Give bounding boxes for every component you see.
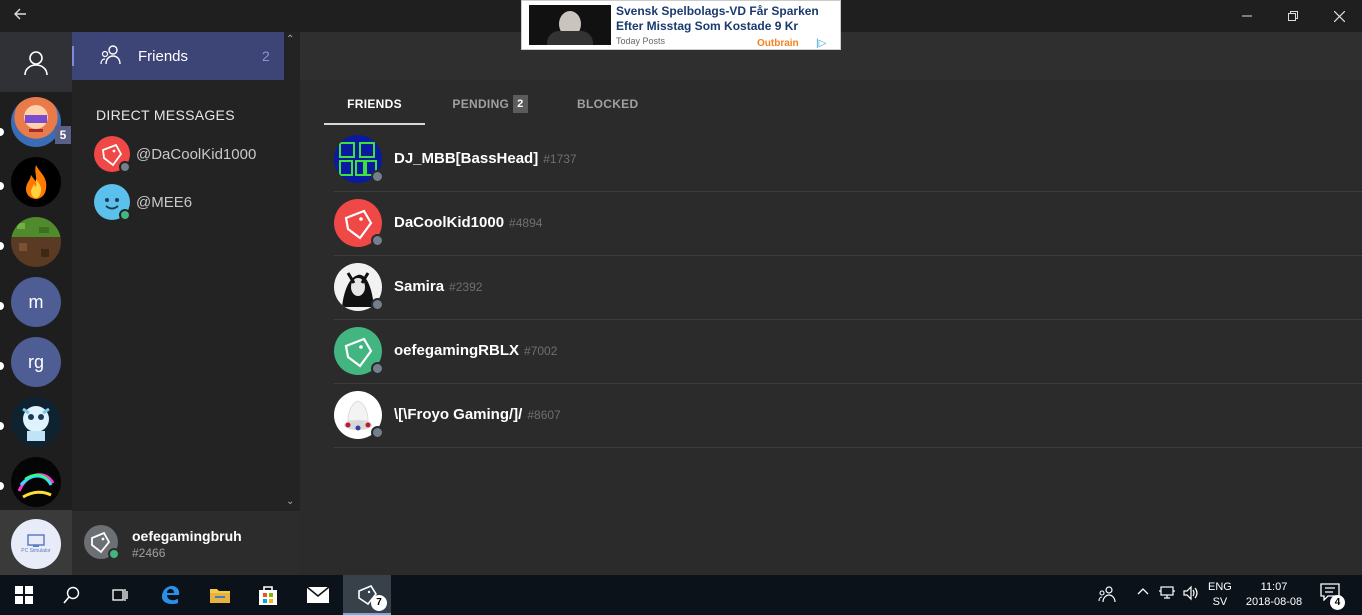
sidebar-item-friends[interactable]: Friends 2 [72, 32, 284, 80]
clock-date: 2018-08-08 [1245, 596, 1303, 608]
store-icon[interactable] [244, 575, 292, 615]
people-icon[interactable] [1098, 585, 1116, 606]
server-unread-pip [0, 128, 4, 136]
friend-tag: #4894 [509, 216, 543, 230]
friend-name: DJ_MBB[BassHead] #1737 [394, 150, 577, 167]
server-mention-badge: 5 [55, 126, 71, 144]
server-unread-pip [0, 482, 4, 490]
dm-name: @MEE6 [136, 194, 193, 211]
friend-name: DaCoolKid1000 #4894 [394, 214, 543, 231]
ad-info-icon[interactable]: |▷ [816, 38, 826, 49]
volume-icon[interactable] [1182, 585, 1200, 604]
edge-icon[interactable] [146, 575, 194, 615]
status-indicator-offline [371, 234, 384, 247]
back-arrow-icon[interactable] [12, 6, 36, 26]
tab-friends-label: FRIENDS [347, 97, 402, 111]
minimize-button[interactable] [1224, 0, 1270, 32]
task-view-icon[interactable] [96, 575, 144, 615]
dm-item-dacoolkid1000[interactable]: @DaCoolKid1000 [94, 136, 284, 176]
status-indicator-online [108, 548, 120, 560]
taskbar-clock[interactable]: 11:07 2018-08-08 [1240, 580, 1308, 610]
status-indicator-offline [371, 426, 384, 439]
scroll-up-icon[interactable]: ⌃ [286, 34, 294, 45]
network-icon[interactable] [1158, 585, 1176, 604]
friends-main-panel: FRIENDS PENDING 2 BLOCKED DJ_MBB[BassHead… [300, 32, 1362, 575]
friend-row[interactable]: \[\Froyo Gaming/]/#8607 [334, 384, 1362, 448]
search-icon[interactable] [48, 575, 96, 615]
ad-banner[interactable]: Svensk Spelbolags-VD Får Sparken Efter M… [521, 0, 841, 50]
notification-count-badge: 4 [1330, 595, 1345, 610]
discord-taskbar-icon[interactable]: 7 [343, 575, 391, 615]
tab-friends[interactable]: FRIENDS [324, 92, 425, 125]
chevron-up-icon[interactable] [1136, 585, 1150, 602]
tab-pending-label: PENDING [452, 97, 510, 111]
username: oefegamingbruh [132, 528, 242, 544]
server-icon-robot-dog[interactable] [11, 397, 61, 447]
server-unread-pip [0, 302, 4, 310]
server-rail: 5 m rg PC Simulator [0, 32, 72, 575]
server-unread-pip [0, 242, 4, 250]
status-indicator-online [119, 209, 131, 221]
file-explorer-icon[interactable] [196, 575, 244, 615]
friends-online-count: 2 [262, 48, 270, 64]
server-icon-rg[interactable]: rg [11, 337, 61, 387]
dm-name: @DaCoolKid1000 [136, 146, 257, 163]
friends-label: Friends [138, 48, 189, 65]
server-unread-pip [0, 182, 4, 190]
close-button[interactable] [1316, 0, 1362, 32]
server-unread-pip [0, 362, 4, 370]
pending-count-badge: 2 [513, 95, 528, 113]
pc-simulator-label: PC Simulator [21, 548, 51, 554]
ad-source: Today Posts [616, 36, 666, 46]
status-indicator-offline [119, 161, 131, 173]
user-panel[interactable]: oefegamingbruh #2466 [72, 511, 300, 575]
server-unread-pip [0, 422, 4, 430]
ad-thumbnail [529, 5, 611, 45]
server-icon-fire[interactable] [11, 157, 61, 207]
channel-sidebar: Friends 2 ⌃ DIRECT MESSAGES @DaCoolKid10… [72, 32, 300, 575]
friend-name: oefegamingRBLX #7002 [394, 342, 558, 359]
friends-icon [100, 45, 121, 65]
ad-title[interactable]: Svensk Spelbolags-VD Får Sparken Efter M… [616, 4, 838, 34]
friend-row[interactable]: oefegamingRBLX #7002 [334, 320, 1362, 384]
ad-brand: Outbrain [757, 38, 799, 49]
server-icon-pc-simulator[interactable]: PC Simulator [11, 519, 61, 569]
clock-time: 11:07 [1260, 581, 1288, 593]
discord-notification-badge: 7 [371, 595, 387, 611]
windows-start-icon[interactable] [0, 575, 48, 615]
friend-tag: #2392 [449, 280, 483, 294]
discord-app-window: Svensk Spelbolags-VD Får Sparken Efter M… [0, 0, 1362, 615]
user-icon [24, 51, 48, 76]
windows-taskbar: 7 ENG SV 11:07 2018-08-08 4 [0, 575, 1362, 615]
server-icon-minecraft-block[interactable] [11, 217, 61, 267]
maximize-button[interactable] [1270, 0, 1316, 32]
input-language[interactable]: ENG SV [1208, 580, 1232, 610]
selected-indicator [72, 46, 74, 66]
status-indicator-offline [371, 298, 384, 311]
tab-blocked-label: BLOCKED [577, 97, 639, 111]
keyboard-layout: SV [1212, 596, 1228, 608]
friend-tag: #7002 [524, 344, 558, 358]
dm-item-mee6[interactable]: @MEE6 [94, 184, 284, 224]
friend-tag: #1737 [543, 152, 577, 166]
friend-name: Samira #2392 [394, 278, 483, 295]
scroll-down-icon[interactable]: ⌄ [286, 496, 294, 507]
server-icon-neon-swirl[interactable] [11, 457, 61, 507]
tab-pending[interactable]: PENDING 2 [449, 92, 531, 125]
friend-tag: #8607 [527, 408, 561, 422]
home-button[interactable] [0, 32, 72, 92]
friend-name: \[\Froyo Gaming/]/#8607 [394, 406, 561, 423]
tab-blocked[interactable]: BLOCKED [577, 92, 639, 125]
status-indicator-offline [371, 170, 384, 183]
friend-row[interactable]: DJ_MBB[BassHead] #1737 [334, 128, 1362, 192]
friend-row[interactable]: Samira #2392 [334, 256, 1362, 320]
status-indicator-offline [371, 362, 384, 375]
friend-row[interactable]: DaCoolKid1000 #4894 [334, 192, 1362, 256]
mail-icon[interactable] [294, 575, 342, 615]
language-code: ENG [1208, 581, 1232, 593]
direct-messages-header: DIRECT MESSAGES [96, 107, 235, 123]
user-discriminator: #2466 [132, 546, 166, 560]
server-icon-cartoon-avatar[interactable] [11, 97, 61, 147]
server-icon-m[interactable]: m [11, 277, 61, 327]
